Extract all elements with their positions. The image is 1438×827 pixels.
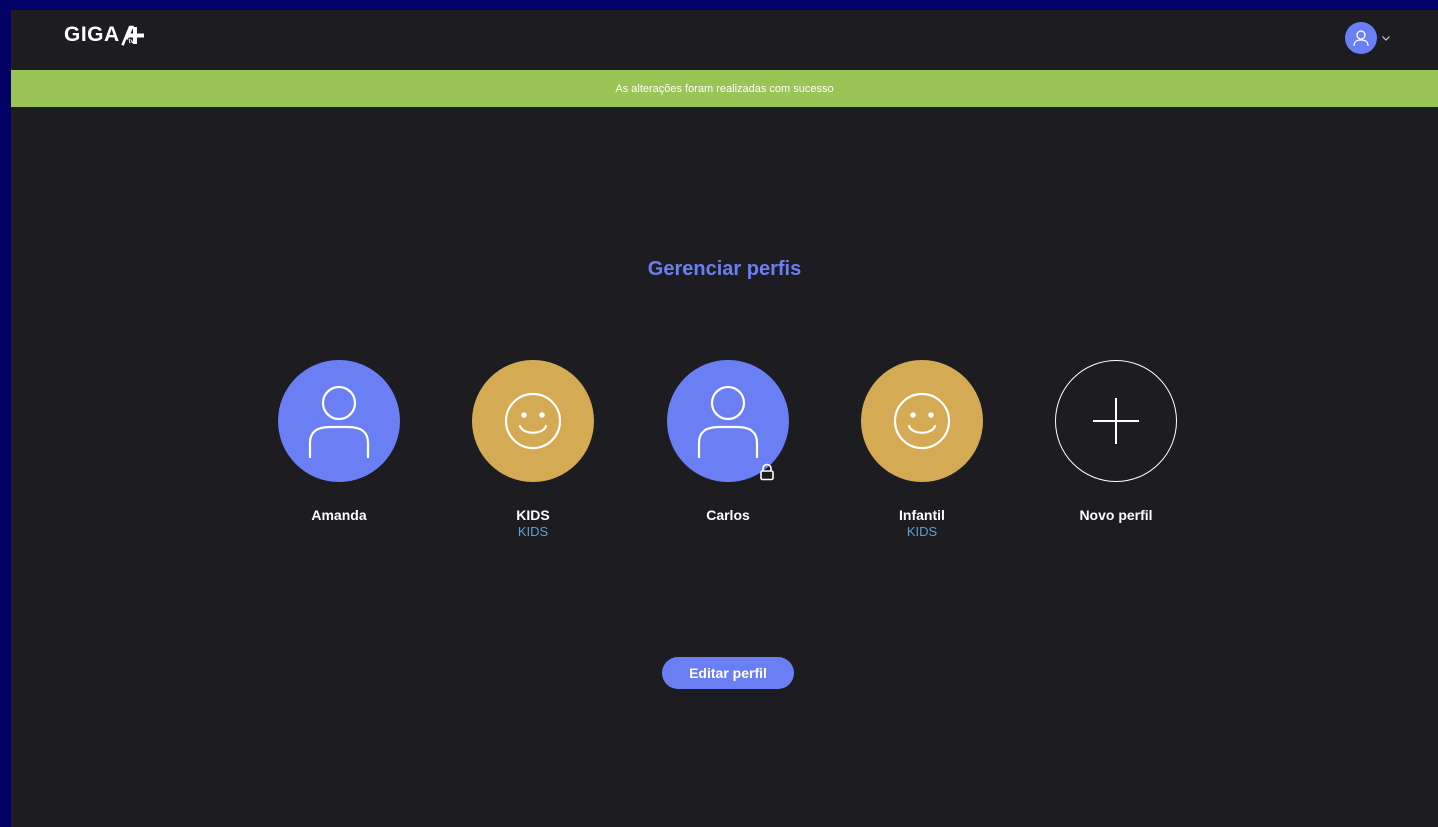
profile-subtitle: KIDS [906,524,938,539]
smiley-icon [893,392,951,450]
profile-avatar[interactable] [278,360,400,482]
page-title: Gerenciar perfis [647,258,802,280]
edit-profile-button[interactable]: Editar perfil [662,657,794,689]
account-menu[interactable] [1345,22,1391,54]
profile-avatar[interactable] [861,360,983,482]
logo-tv-label: tv [128,39,135,45]
user-icon [697,385,759,458]
profile-avatar[interactable] [472,360,594,482]
logo-text: GIGA [64,23,120,46]
user-icon[interactable] [1345,22,1377,54]
smiley-icon [504,392,562,450]
profile-kids[interactable]: KIDS KIDS [453,360,613,540]
success-banner: As alterações foram realizadas com suces… [11,70,1438,107]
profile-amanda[interactable]: Amanda [259,360,419,524]
user-icon [308,385,370,458]
profile-avatar[interactable] [667,360,789,482]
success-message: As alterações foram realizadas com suces… [615,82,834,95]
giga-tv-logo[interactable]: GIGA tv [64,23,145,47]
profile-name: KIDS [516,507,550,523]
top-bar: GIGA tv [11,10,1438,70]
profile-name: Amanda [311,507,367,523]
plus-logo-icon: tv [120,24,145,46]
new-profile-button[interactable]: Novo perfil [1036,360,1196,524]
profile-subtitle: KIDS [517,524,549,539]
add-profile-circle[interactable] [1055,360,1177,482]
plus-icon [1093,398,1139,444]
profile-carlos[interactable]: Carlos [648,360,808,524]
lock-icon [759,463,775,486]
profile-name: Novo perfil [1079,507,1153,523]
profile-name: Infantil [899,507,945,523]
chevron-down-icon[interactable] [1381,29,1391,47]
profile-name: Carlos [706,507,750,523]
app-window: GIGA tv As alterações foram realizadas c… [11,10,1438,827]
profile-infantil[interactable]: Infantil KIDS [842,360,1002,540]
